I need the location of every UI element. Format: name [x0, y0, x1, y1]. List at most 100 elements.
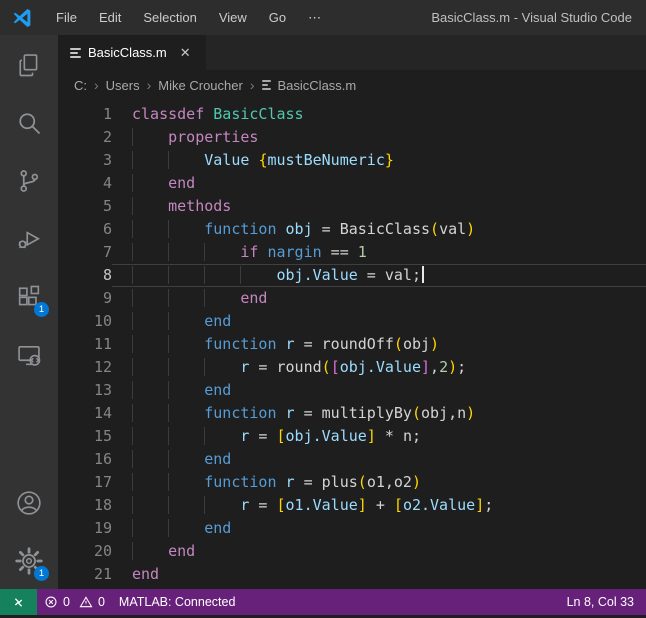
code-token: function — [204, 404, 285, 422]
code-token: BasicClass — [340, 220, 430, 238]
code-line[interactable]: 9 end — [58, 287, 646, 310]
code-token: ( — [412, 404, 421, 422]
code-editor[interactable]: 1classdef BasicClass2 properties3 Value … — [58, 100, 646, 589]
tab-bar: BasicClass.m ✕ — [58, 35, 646, 70]
code-line[interactable]: 2 properties — [58, 126, 646, 149]
code-line[interactable]: 6 function obj = BasicClass(val) — [58, 218, 646, 241]
line-content: end — [112, 310, 646, 333]
source-control-icon[interactable] — [13, 165, 45, 197]
indent-guide — [168, 496, 204, 514]
line-content: function r = plus(o1,o2) — [112, 471, 646, 494]
breadcrumb-separator-icon: › — [250, 77, 255, 93]
line-content: function obj = BasicClass(val) — [112, 218, 646, 241]
code-line[interactable]: 1classdef BasicClass — [58, 103, 646, 126]
code-line[interactable]: 5 methods — [58, 195, 646, 218]
run-and-debug-icon[interactable] — [13, 223, 45, 255]
menu-item-selection[interactable]: Selection — [132, 10, 207, 25]
search-icon[interactable] — [13, 107, 45, 139]
line-number: 2 — [58, 126, 112, 149]
indent-guide — [204, 427, 240, 445]
indent-guide — [132, 197, 168, 215]
code-token: [ — [331, 358, 340, 376]
code-token: ] — [367, 427, 376, 445]
indent-guide — [132, 151, 168, 169]
line-content: r = [o1.Value] + [o2.Value]; — [112, 494, 646, 517]
menu-item-view[interactable]: View — [208, 10, 258, 25]
menu-item-edit[interactable]: Edit — [88, 10, 132, 25]
code-line[interactable]: 15 r = [obj.Value] * n; — [58, 425, 646, 448]
code-token: end — [204, 519, 231, 537]
code-token: ( — [358, 473, 367, 491]
code-line[interactable]: 18 r = [o1.Value] + [o2.Value]; — [58, 494, 646, 517]
indent-guide — [168, 335, 204, 353]
indent-guide — [132, 312, 168, 330]
code-token: n; — [403, 427, 421, 445]
code-line[interactable]: 21end — [58, 563, 646, 586]
code-token: ( — [322, 358, 331, 376]
indent-guide — [204, 496, 240, 514]
code-line[interactable]: 4 end — [58, 172, 646, 195]
code-token: == — [322, 243, 358, 261]
indent-guide — [168, 312, 204, 330]
tab-basicclass[interactable]: BasicClass.m ✕ — [58, 35, 206, 70]
code-token: end — [240, 289, 267, 307]
remote-indicator[interactable] — [0, 589, 37, 615]
code-token: end — [204, 381, 231, 399]
window-title: BasicClass.m - Visual Studio Code — [431, 10, 646, 25]
line-content: r = [obj.Value] * n; — [112, 425, 646, 448]
extensions-icon[interactable]: 1 — [13, 281, 45, 313]
title-bar: FileEditSelectionViewGo⋯ BasicClass.m - … — [0, 0, 646, 35]
code-token: * — [376, 427, 403, 445]
breadcrumb-item[interactable]: C: — [74, 78, 87, 93]
indent-guide — [132, 542, 168, 560]
indent-guide — [240, 266, 276, 284]
code-token: [ — [277, 427, 286, 445]
remote-icon — [11, 595, 26, 610]
tab-close-icon[interactable]: ✕ — [180, 45, 191, 61]
code-line[interactable]: 10 end — [58, 310, 646, 333]
cursor-position[interactable]: Ln 8, Col 33 — [567, 595, 646, 609]
line-content: end — [112, 287, 646, 310]
code-line[interactable]: 20 end — [58, 540, 646, 563]
code-token: Value — [204, 151, 249, 169]
warning-icon — [79, 595, 93, 609]
line-content: Value {mustBeNumeric} — [112, 149, 646, 172]
indent-guide — [132, 243, 168, 261]
code-line[interactable]: 17 function r = plus(o1,o2) — [58, 471, 646, 494]
code-line[interactable]: 7 if nargin == 1 — [58, 241, 646, 264]
code-token: = — [295, 473, 322, 491]
remote-explorer-icon[interactable] — [13, 339, 45, 371]
menu-item-[interactable]: ⋯ — [297, 10, 332, 26]
vscode-logo-icon — [11, 7, 33, 29]
accounts-icon[interactable] — [13, 487, 45, 519]
breadcrumb-item[interactable]: Mike Croucher — [158, 78, 243, 93]
explorer-icon[interactable] — [13, 49, 45, 81]
line-content: end — [112, 517, 646, 540]
tab-label: BasicClass.m — [88, 45, 167, 60]
indent-guide — [204, 289, 240, 307]
breadcrumb-item[interactable]: Users — [106, 78, 140, 93]
code-token: function — [204, 220, 285, 238]
code-line[interactable]: 16 end — [58, 448, 646, 471]
breadcrumb-file[interactable]: BasicClass.m — [278, 78, 357, 93]
code-line[interactable]: 14 function r = multiplyBy(obj,n) — [58, 402, 646, 425]
menu-item-file[interactable]: File — [45, 10, 88, 25]
settings-gear-icon[interactable]: 1 — [13, 545, 45, 577]
code-token: val — [439, 220, 466, 238]
indent-guide — [168, 427, 204, 445]
problems-indicator[interactable]: 0 0 — [37, 595, 112, 609]
code-token: ) — [466, 220, 475, 238]
matlab-status[interactable]: MATLAB: Connected — [112, 595, 243, 609]
breadcrumb-separator-icon: › — [147, 77, 152, 93]
code-line[interactable]: 11 function r = roundOff(obj) — [58, 333, 646, 356]
code-line[interactable]: 8 obj.Value = val; — [58, 264, 646, 287]
code-line[interactable]: 19 end — [58, 517, 646, 540]
line-number: 19 — [58, 517, 112, 540]
menu-item-go[interactable]: Go — [258, 10, 297, 25]
code-line[interactable]: 13 end — [58, 379, 646, 402]
code-token: 1 — [358, 243, 367, 261]
code-line[interactable]: 3 Value {mustBeNumeric} — [58, 149, 646, 172]
line-number: 21 — [58, 563, 112, 586]
indent-guide — [132, 220, 168, 238]
code-line[interactable]: 12 r = round([obj.Value],2); — [58, 356, 646, 379]
